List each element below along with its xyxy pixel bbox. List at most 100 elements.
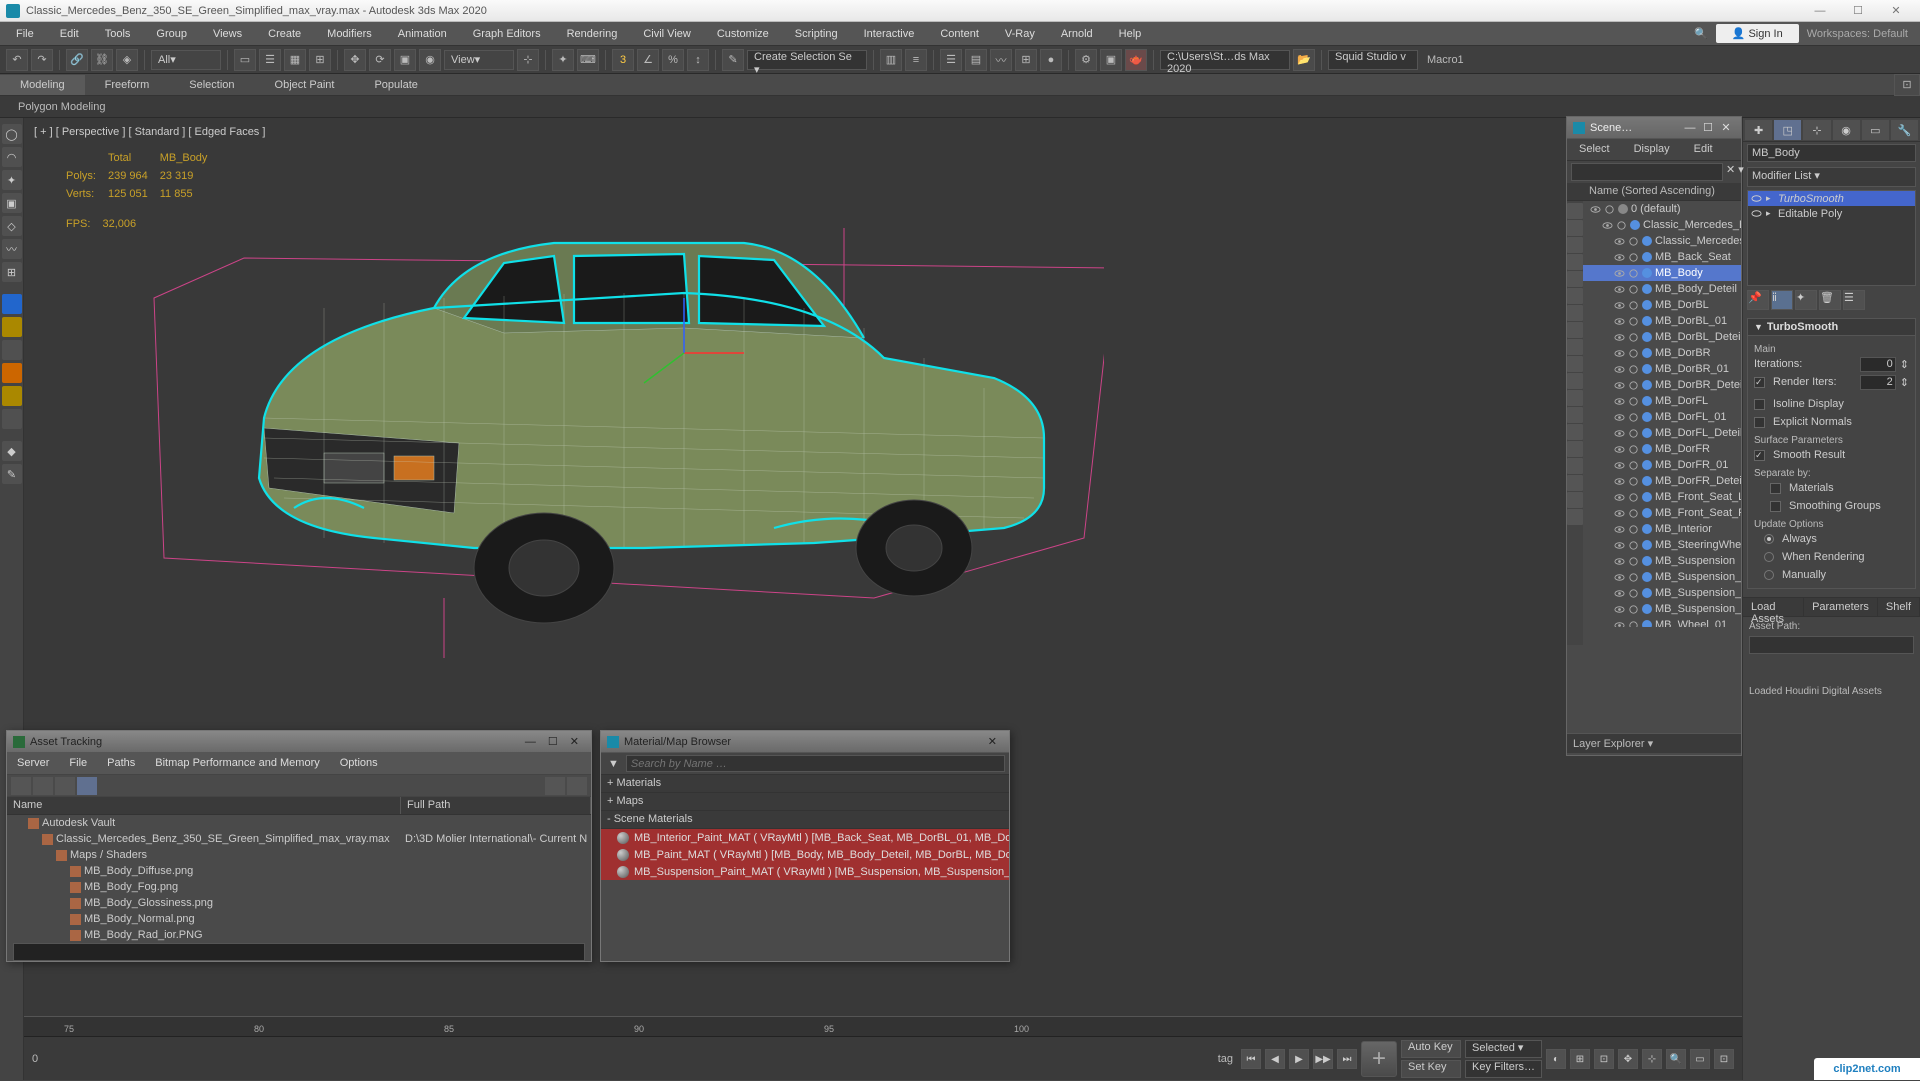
visibility-icon[interactable]	[1614, 268, 1625, 279]
at-menu-server[interactable]: Server	[7, 753, 59, 774]
at-max-button[interactable]: ☐	[542, 735, 564, 748]
scene-item[interactable]: MB_DorBR_01	[1583, 361, 1741, 377]
menu-modifiers[interactable]: Modifiers	[315, 25, 384, 43]
at-tool-a-icon[interactable]	[545, 777, 565, 795]
ribbon-tab-object-paint[interactable]: Object Paint	[255, 75, 355, 95]
scene-filter-1-icon[interactable]	[1567, 203, 1583, 219]
menu-graph-editors[interactable]: Graph Editors	[461, 25, 553, 43]
visibility-icon[interactable]	[1614, 476, 1625, 487]
autokey-button[interactable]: Auto Key	[1401, 1040, 1461, 1058]
timeline-ruler[interactable]: 7580859095100	[24, 1017, 1742, 1037]
visibility-icon[interactable]	[1614, 588, 1625, 599]
at-tool-b-icon[interactable]	[567, 777, 587, 795]
mod-eye-icon[interactable]	[1751, 193, 1762, 204]
menu-v-ray[interactable]: V-Ray	[993, 25, 1047, 43]
at-close-button[interactable]: ✕	[564, 735, 585, 748]
keyboard-button[interactable]: ⌨	[577, 49, 599, 71]
asset-row[interactable]: Autodesk Vault	[7, 815, 591, 831]
scene-item[interactable]: MB_DorBL_Deteil	[1583, 329, 1741, 345]
layer-explorer-dropdown[interactable]: Layer Explorer ▾	[1567, 733, 1741, 753]
scene-item[interactable]: 0 (default)	[1583, 201, 1741, 217]
scene-filter-16-icon[interactable]	[1567, 458, 1583, 474]
link-button[interactable]: 🔗	[66, 49, 88, 71]
mb-section[interactable]: + Materials	[601, 775, 1009, 793]
pivot-button[interactable]: ⊹	[517, 49, 539, 71]
make-unique-button[interactable]: ✦	[1795, 290, 1817, 310]
scene-item[interactable]: MB_DorFL	[1583, 393, 1741, 409]
freeze-icon[interactable]	[1628, 508, 1639, 519]
scene-item[interactable]: MB_Body_Deteil	[1583, 281, 1741, 297]
scene-item[interactable]: MB_DorFL_Deteil	[1583, 425, 1741, 441]
asset-row[interactable]: MB_Body_Rad_ior.PNG	[7, 927, 591, 941]
vray-sun-icon[interactable]	[2, 317, 22, 337]
mb-options-icon[interactable]: ▼	[605, 755, 622, 772]
update-render-radio[interactable]	[1764, 552, 1774, 562]
visibility-icon[interactable]	[1614, 540, 1625, 551]
signin-button[interactable]: 👤 Sign In	[1716, 24, 1799, 43]
scene-search-input[interactable]	[1571, 163, 1723, 181]
freeze-icon[interactable]	[1628, 524, 1639, 535]
ribbon-tab-populate[interactable]: Populate	[354, 75, 437, 95]
scene-item[interactable]: MB_DorFR_Deteil	[1583, 473, 1741, 489]
ribbon-tab-modeling[interactable]: Modeling	[0, 75, 85, 95]
tl-tool-1-icon[interactable]: ◐	[1546, 1049, 1566, 1069]
select-button[interactable]: ▭	[234, 49, 256, 71]
visibility-icon[interactable]	[1614, 428, 1625, 439]
at-menu-options[interactable]: Options	[330, 753, 388, 774]
scene-filter-19-icon[interactable]	[1567, 509, 1583, 525]
select-region-button[interactable]: ▦	[284, 49, 306, 71]
scene-item[interactable]: MB_Suspension_Deteil0	[1583, 569, 1741, 585]
freeze-icon[interactable]	[1628, 604, 1639, 615]
scene-filter-14-icon[interactable]	[1567, 424, 1583, 440]
visibility-icon[interactable]	[1614, 316, 1625, 327]
scene-filter-18-icon[interactable]	[1567, 492, 1583, 508]
shapes-icon[interactable]: ◠	[2, 147, 22, 167]
scene-item[interactable]: Classic_Mercedes_Benz_35	[1583, 217, 1741, 233]
scene-filter-17-icon[interactable]	[1567, 475, 1583, 491]
key-filters-button[interactable]: Key Filters…	[1465, 1060, 1542, 1078]
update-always-radio[interactable]	[1764, 534, 1774, 544]
visibility-icon[interactable]	[1614, 524, 1625, 535]
at-tool-thumb-icon[interactable]	[77, 777, 97, 795]
freeze-icon[interactable]	[1628, 428, 1639, 439]
remove-modifier-button[interactable]: 🗑	[1819, 290, 1841, 310]
visibility-icon[interactable]	[1614, 236, 1625, 247]
scene-search-opts-icon[interactable]: ▾	[1738, 163, 1744, 181]
named-selection-set[interactable]: Create Selection Se ▾	[747, 50, 867, 70]
at-tool-refresh-icon[interactable]	[11, 777, 31, 795]
at-tool-list-icon[interactable]	[33, 777, 53, 795]
asset-row[interactable]: MB_Body_Fog.png	[7, 879, 591, 895]
scene-filter-10-icon[interactable]	[1567, 356, 1583, 372]
tl-tool-4-icon[interactable]: ✥	[1618, 1049, 1638, 1069]
modify-tab-icon[interactable]: ◳	[1774, 120, 1801, 140]
scene-item[interactable]: MB_Wheel_01	[1583, 617, 1741, 627]
modifier-row[interactable]: ▸TurboSmooth	[1748, 191, 1915, 206]
scene-item[interactable]: MB_Suspension	[1583, 553, 1741, 569]
show-end-result-button[interactable]: ⅱ	[1771, 290, 1793, 310]
misc-tool-2-icon[interactable]: ✎	[2, 464, 22, 484]
scene-item[interactable]: MB_DorBR_Deteil	[1583, 377, 1741, 393]
menu-arnold[interactable]: Arnold	[1049, 25, 1105, 43]
menu-scripting[interactable]: Scripting	[783, 25, 850, 43]
iterations-spinner[interactable]: 0	[1860, 357, 1896, 372]
la-tab-parameters[interactable]: Parameters	[1804, 598, 1878, 616]
maximize-button[interactable]: ☐	[1840, 2, 1876, 20]
vray-ambient-icon[interactable]	[2, 386, 22, 406]
spinner-snap-button[interactable]: ↕	[687, 49, 709, 71]
menu-file[interactable]: File	[4, 25, 46, 43]
create-tab-icon[interactable]: ✚	[1745, 120, 1772, 140]
scene-max-button[interactable]: ☐	[1699, 120, 1717, 136]
systems-icon[interactable]: ⊞	[2, 262, 22, 282]
scene-list-header[interactable]: Name (Sorted Ascending)	[1567, 183, 1741, 201]
menu-views[interactable]: Views	[201, 25, 254, 43]
scene-tab-select[interactable]: Select	[1567, 139, 1622, 160]
scene-filter-12-icon[interactable]	[1567, 390, 1583, 406]
sep-sg-checkbox[interactable]	[1770, 501, 1781, 512]
layer-explorer-button[interactable]: ☰	[940, 49, 962, 71]
tl-tool-8-icon[interactable]: ⊡	[1714, 1049, 1734, 1069]
at-col-name[interactable]: Name	[7, 797, 401, 814]
menu-customize[interactable]: Customize	[705, 25, 781, 43]
at-menu-paths[interactable]: Paths	[97, 753, 145, 774]
move-button[interactable]: ✥	[344, 49, 366, 71]
goto-start-button[interactable]: ⏮	[1241, 1049, 1261, 1069]
